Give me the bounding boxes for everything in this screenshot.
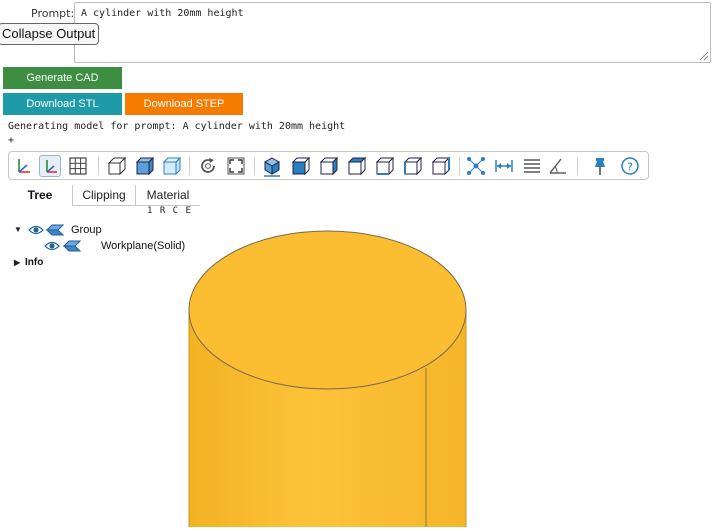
explode-icon[interactable] [465,155,487,177]
collapse-output-button[interactable]: Collapse Output [0,23,100,45]
tab-clipping[interactable]: Clipping [72,185,135,206]
shape-group-icon [46,224,64,236]
axes-icon[interactable] [13,155,35,177]
tree-item-info[interactable]: ▶ Info [14,256,74,270]
iso-view-icon[interactable] [261,155,283,177]
left-view-icon[interactable] [401,155,423,177]
tab-tree[interactable]: Tree [9,185,71,205]
caret-down-icon[interactable]: ▼ [14,223,22,237]
properties-icon[interactable] [521,155,543,177]
angle-icon[interactable] [547,155,569,177]
top-view-icon[interactable] [345,155,367,177]
front-view-icon[interactable] [289,155,311,177]
caret-right-icon[interactable]: ▶ [14,256,20,270]
bottom-view-icon[interactable] [373,155,395,177]
right-view-icon[interactable] [429,155,451,177]
rce-header: 1 R C E [147,206,192,216]
svg-text:?: ? [627,161,633,174]
rear-view-icon[interactable] [317,155,339,177]
eye-icon[interactable] [44,240,60,252]
fit-icon[interactable] [225,155,247,177]
distance-icon[interactable] [493,155,515,177]
cad-viewport[interactable] [186,228,470,530]
transparent-icon[interactable] [160,155,182,177]
tree-label-group: Group [71,224,102,236]
tree-item-workplane[interactable]: Workplane(Solid) [44,239,204,253]
prompt-text: A cylinder with 20mm height [81,8,244,19]
prompt-textarea[interactable]: A cylinder with 20mm height [74,2,711,63]
tree-label-workplane: Workplane(Solid) [101,240,186,252]
generate-cad-button[interactable]: Generate CAD [3,67,122,89]
grid-icon[interactable] [67,155,89,177]
ortho-icon[interactable] [133,155,155,177]
prompt-label: Prompt: [31,7,75,20]
shape-solid-icon [63,240,81,252]
cylinder-top-face [188,230,467,390]
status-line-plus: + [8,135,15,146]
status-line: Generating model for prompt: A cylinder … [8,121,346,132]
tree-label-info: Info [25,257,44,268]
pin-icon[interactable] [589,155,611,177]
viewer-toolbar: ? [8,151,649,180]
axes-origin-icon[interactable] [39,155,61,177]
cylinder-model [188,230,467,530]
download-stl-button[interactable]: Download STL [3,93,122,115]
help-icon[interactable]: ? [619,155,641,177]
download-step-button[interactable]: Download STEP [125,93,243,115]
perspective-icon[interactable] [105,155,127,177]
eye-icon[interactable] [28,224,44,236]
tree-item-group[interactable]: ▼ Group [14,223,214,237]
reset-icon[interactable] [197,155,219,177]
resize-grip-icon[interactable] [697,49,709,61]
tab-material[interactable]: Material [135,185,200,206]
status-output: Generating model for prompt: A cylinder … [8,120,345,148]
